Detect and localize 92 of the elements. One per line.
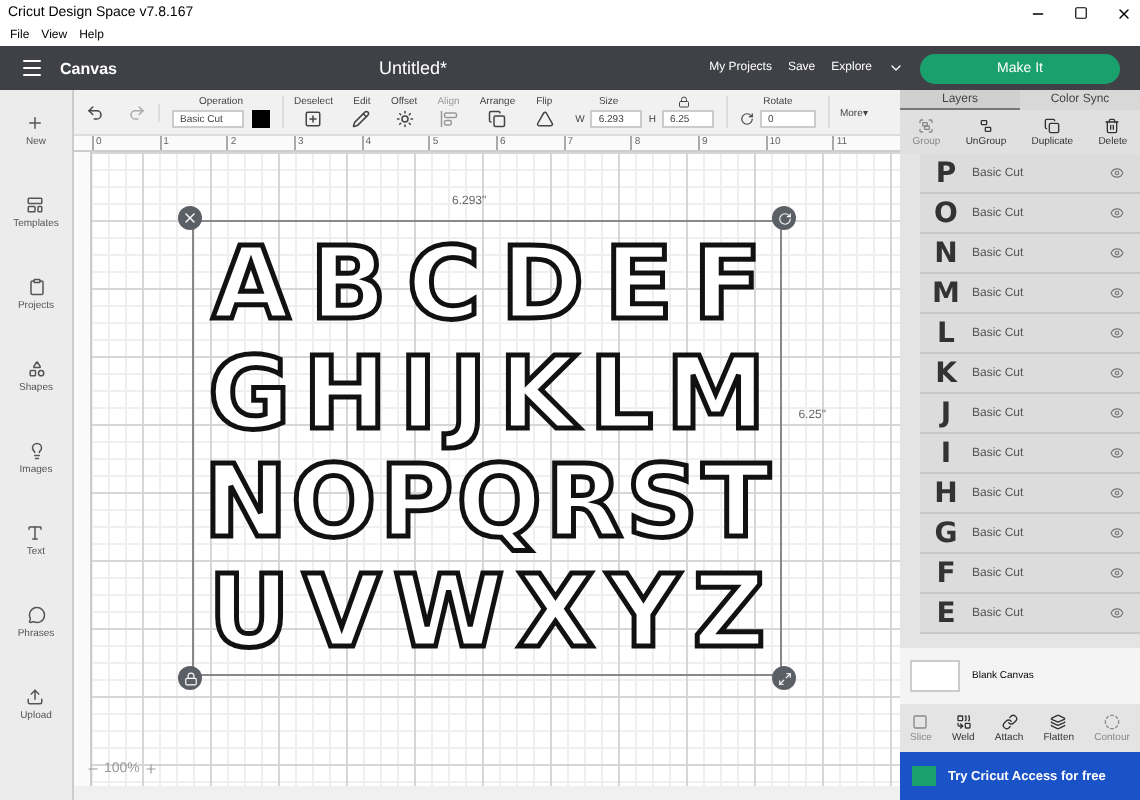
visibility-icon[interactable] [1110,486,1124,500]
letter-shape[interactable]: U [208,561,290,662]
ungroup-icon [977,117,994,133]
visibility-icon[interactable] [1110,246,1124,260]
layer-thumbnail: G [932,517,960,549]
logo-icon [912,766,936,786]
deselect-icon [304,110,323,128]
letter-shape[interactable]: Y [607,561,680,662]
redo-icon[interactable] [128,103,146,121]
templates-icon [26,196,45,214]
menu-icon[interactable] [20,56,44,80]
letter-shape[interactable]: P [379,452,454,553]
align-icon [439,110,458,128]
rotate-icon [739,112,754,126]
offset-icon [395,110,414,128]
contour-icon [1104,713,1121,729]
close-icon[interactable] [1116,5,1132,21]
letter-shape[interactable]: I [399,343,437,444]
visibility-icon[interactable] [1110,566,1124,580]
letter-shape[interactable]: V [302,561,381,662]
document-title: Untitled* [379,58,448,78]
letter-shape[interactable]: H [303,343,387,444]
maximize-icon[interactable] [1074,6,1088,20]
layer-thumbnail: E [934,597,958,629]
visibility-icon[interactable] [1110,606,1124,620]
flatten-icon [1050,713,1067,729]
letter-shape[interactable]: L [589,343,654,444]
edit-icon [352,110,371,128]
letter-shape[interactable]: T [701,452,771,553]
visibility-icon[interactable] [1110,166,1124,180]
layer-thumbnail: F [934,557,958,589]
section-title: Canvas [60,59,117,77]
visibility-icon[interactable] [1110,286,1124,300]
attach-icon [1001,713,1018,729]
visibility-icon[interactable] [1110,446,1124,460]
layer-thumbnail: P [933,157,959,189]
resize-handle-icon[interactable] [772,666,796,690]
phrases-icon [27,606,45,624]
zoom-in-icon[interactable] [143,762,158,776]
projects-icon [27,278,45,296]
layer-thumbnail: L [935,317,957,349]
layer-thumbnail: J [937,397,954,429]
letter-shape[interactable]: N [203,452,288,553]
blank-canvas-thumbnail[interactable] [910,660,960,692]
layer-thumbnail: M [932,277,960,309]
rotate-handle-icon[interactable] [772,206,796,230]
upload-icon [26,688,45,706]
slice-icon [912,713,929,729]
undo-icon[interactable] [86,103,104,121]
new-icon [26,114,45,132]
chevron-down-icon[interactable] [888,60,904,76]
layer-thumbnail: H [932,477,960,509]
selection-box[interactable]: A B C D E F G H IJ KLM NOPQRST UVWXYZ [192,220,782,676]
duplicate-icon [1044,117,1061,133]
visibility-icon[interactable] [1110,526,1124,540]
letter-shape[interactable]: E [604,234,673,335]
letter-shape[interactable]: M [665,343,766,444]
flip-icon [535,110,554,128]
visibility-icon[interactable] [1110,406,1124,420]
delete-icon [1104,117,1121,133]
letter-shape[interactable]: Q [456,452,542,553]
layer-thumbnail: I [938,437,954,469]
close-icon[interactable] [178,206,202,230]
letter-shape[interactable]: O [291,452,377,553]
images-icon [27,442,45,460]
visibility-icon[interactable] [1110,366,1124,380]
layer-thumbnail: K [933,357,960,389]
letter-shape[interactable]: X [516,561,595,662]
arrange-icon [488,110,507,128]
letter-shape[interactable]: A [212,234,290,335]
text-icon [26,524,45,542]
horizontal-scrollbar[interactable] [74,786,900,800]
group-icon [918,117,935,133]
letter-shape[interactable]: D [500,234,584,335]
zoom-out-icon[interactable] [86,762,100,776]
layer-thumbnail: N [932,237,960,269]
weld-icon [955,713,972,729]
letter-shape[interactable]: S [626,452,699,553]
letter-shape[interactable]: Z [692,561,766,662]
lock-icon[interactable] [678,96,691,108]
visibility-icon[interactable] [1110,326,1124,340]
shapes-icon [27,360,45,378]
color-swatch[interactable] [252,110,270,128]
letter-shape[interactable]: B [310,234,387,335]
lock-icon[interactable] [178,666,202,690]
visibility-icon[interactable] [1110,206,1124,220]
letter-shape[interactable]: W [393,561,504,662]
layer-thumbnail: O [932,197,960,229]
letter-shape[interactable]: F [693,234,762,335]
letter-shape[interactable]: G [208,343,291,444]
letter-shape[interactable]: R [545,452,623,553]
letter-shape[interactable]: C [406,234,481,335]
